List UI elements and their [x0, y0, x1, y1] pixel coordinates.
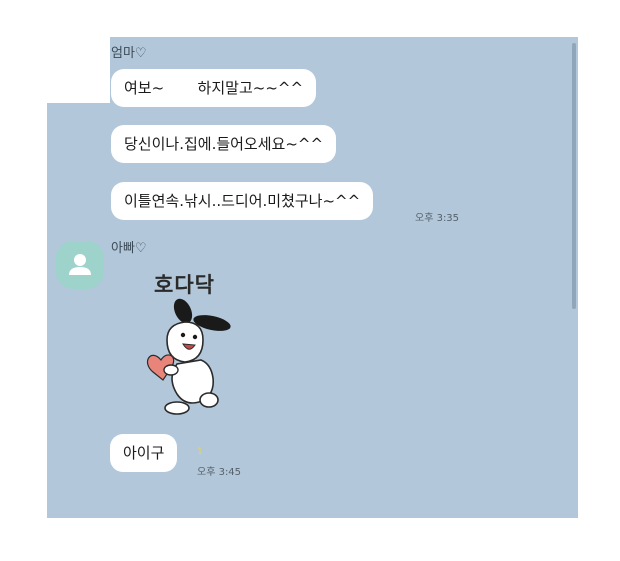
message-bubble[interactable]: 아이구 [110, 434, 178, 472]
sender-name-mom: 엄마♡ [111, 46, 147, 61]
scrollbar[interactable] [572, 43, 576, 309]
person-icon [69, 254, 91, 275]
masked-avatar [47, 37, 110, 103]
chat-room[interactable]: 엄마♡ 여보~ 하지말고~~^^ 당신이나.집에.들어오세요~^^ 이틀연속.낚… [47, 37, 578, 518]
message-bubble[interactable]: 당신이나.집에.들어오세요~^^ [111, 125, 337, 163]
sender-name-dad: 아빠♡ [111, 241, 147, 256]
message-bubble[interactable]: 여보~ 하지말고~~^^ [111, 69, 317, 107]
unread-count: 1 [197, 447, 203, 457]
screenshot-frame: 엄마♡ 여보~ 하지말고~~^^ 당신이나.집에.들어오세요~^^ 이틀연속.낚… [0, 0, 620, 561]
message-bubble[interactable]: 이틀연속.낚시..드디어.미쳤구나~^^ [111, 182, 374, 220]
rabbit-holding-heart-sticker[interactable] [139, 298, 241, 418]
avatar[interactable] [56, 241, 104, 289]
message-timestamp: 오후 3:35 [415, 213, 460, 224]
sticker-caption: 호다닥 [154, 273, 215, 297]
message-timestamp: 오후 3:45 [197, 467, 242, 478]
